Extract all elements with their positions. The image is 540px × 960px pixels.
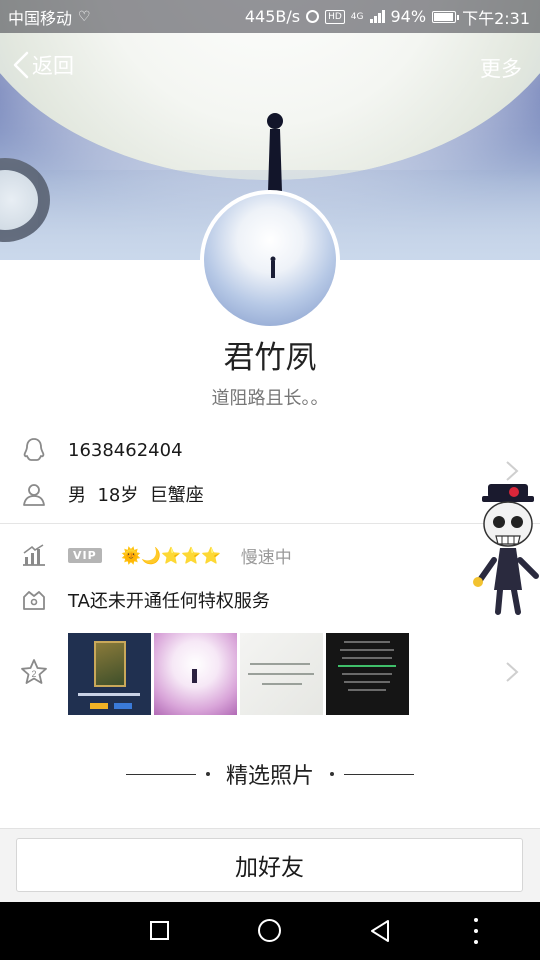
featured-line-right [344, 773, 414, 775]
network-type-icon: 4G [350, 11, 364, 22]
recent-apps-icon[interactable] [150, 921, 169, 940]
crown-box-icon [20, 586, 48, 614]
gender-age-sign: 男 18岁 巨蟹座 [68, 485, 204, 506]
clock: 下午2:31 [462, 8, 530, 28]
heart-monitor-icon: ♡ [78, 8, 91, 25]
add-friend-button[interactable]: 加好友 [16, 838, 523, 892]
more-button[interactable]: 更多 [480, 53, 522, 83]
status-bar: 中国移动 ♡ 445B/s HD 4G 94% 下午2:31 [0, 0, 540, 33]
featured-dot-left [205, 772, 210, 776]
person-icon [20, 480, 48, 508]
featured-photos-header: 精选照片 [0, 758, 540, 790]
level-icons: 🌞🌙⭐⭐⭐ [121, 545, 222, 565]
battery-icon [432, 10, 460, 23]
section-divider [0, 523, 540, 524]
privilege-row[interactable]: TA还未开通任何特权服务 [0, 578, 540, 622]
photos-chevron-right-icon [506, 662, 519, 682]
back-label: 返回 [32, 54, 74, 78]
qq-penguin-icon [20, 436, 48, 464]
alarm-icon [306, 10, 320, 23]
privilege-text: TA还未开通任何特权服务 [68, 591, 270, 612]
star-icon: 2 [20, 658, 48, 686]
battery-percent: 94% [390, 7, 427, 26]
level-chart-icon [20, 541, 48, 569]
network-speed: 445B/s [244, 7, 301, 26]
qq-number-row[interactable]: 1638462404 [0, 428, 540, 481]
photo-thumbnail[interactable] [68, 633, 151, 715]
chevron-left-icon [13, 51, 29, 79]
floating-skull-sticker[interactable] [470, 480, 540, 620]
speed-status: 慢速中 [240, 547, 292, 568]
featured-line-left [125, 773, 196, 775]
vip-badge: VIP [68, 547, 102, 563]
bottom-action-bar: 加好友 [0, 828, 540, 902]
level-info: VIP 🌞🌙⭐⭐⭐ 慢速中 [68, 543, 292, 568]
back-button[interactable]: 返回 [12, 50, 74, 80]
banner-silhouette [267, 113, 283, 192]
level-row[interactable]: VIP 🌞🌙⭐⭐⭐ 慢速中 [0, 533, 540, 577]
user-signature: 道阻路且长。。 [211, 388, 329, 409]
system-navigation-bar [0, 902, 540, 960]
menu-dots-icon[interactable] [473, 918, 479, 944]
featured-photos-title: 精选照片 [225, 764, 314, 789]
hd-icon: HD [325, 9, 345, 24]
signal-icon [369, 10, 385, 23]
photo-thumbnails [68, 633, 409, 715]
carrier-label: 中国移动 [8, 8, 73, 28]
featured-dot-right [330, 772, 334, 776]
qq-number: 1638462404 [68, 439, 183, 461]
back-triangle-icon[interactable] [369, 919, 391, 943]
avatar[interactable] [200, 190, 340, 330]
photo-thumbnail[interactable] [240, 633, 323, 715]
profile-screen: 中国移动 ♡ 445B/s HD 4G 94% 下午2:31 返回 更多 君竹夙… [0, 0, 540, 960]
photo-thumbnail[interactable] [154, 633, 237, 715]
avatar-silhouette [270, 256, 276, 278]
home-icon[interactable] [258, 919, 281, 942]
basic-info-row[interactable]: 男 18岁 巨蟹座 [0, 472, 540, 516]
user-name: 君竹夙 [223, 340, 317, 376]
svg-text:2: 2 [31, 669, 36, 679]
photo-thumbnail[interactable] [326, 633, 409, 715]
